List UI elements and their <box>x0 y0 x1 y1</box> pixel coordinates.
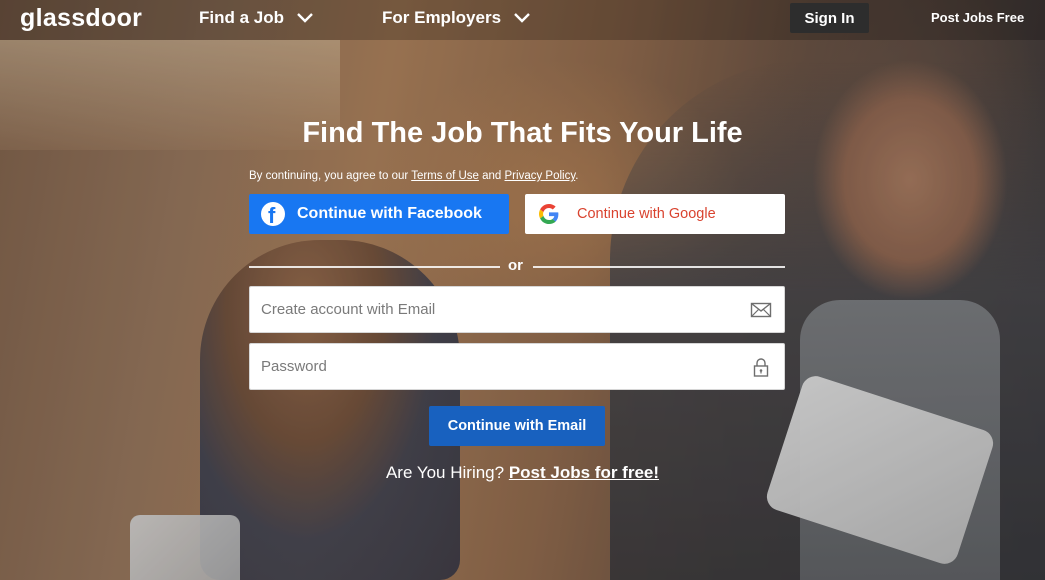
chevron-down-icon <box>514 13 530 23</box>
continue-with-facebook-button[interactable]: f Continue with Facebook <box>249 194 509 234</box>
terms-prefix: By continuing, you agree to our <box>249 170 412 182</box>
terms-of-use-link[interactable]: Terms of Use <box>411 170 479 182</box>
nav-find-a-job[interactable]: Find a Job <box>199 8 314 28</box>
continue-with-email-button[interactable]: Continue with Email <box>429 406 605 446</box>
continue-with-google-button[interactable]: Continue with Google <box>525 194 785 234</box>
or-divider: or <box>249 257 785 277</box>
divider-line-left <box>249 266 500 268</box>
password-field-container <box>249 343 785 390</box>
top-navbar: glassdoor Find a Job For Employers Sign … <box>0 0 1045 40</box>
divider-line-right <box>533 266 785 268</box>
hiring-prompt: Are You Hiring? Post Jobs for free! <box>0 463 1045 483</box>
google-icon <box>539 204 559 224</box>
facebook-icon: f <box>261 202 285 226</box>
lock-icon <box>753 358 769 377</box>
hiring-question: Are You Hiring? <box>385 463 509 482</box>
google-button-label: Continue with Google <box>577 206 716 222</box>
email-field-container <box>249 286 785 333</box>
or-label: or <box>508 257 523 274</box>
nav-for-employers[interactable]: For Employers <box>382 8 531 28</box>
password-field[interactable] <box>250 344 784 389</box>
terms-notice: By continuing, you agree to our Terms of… <box>249 170 578 182</box>
glassdoor-logo[interactable]: glassdoor <box>20 4 142 33</box>
nav-find-a-job-label: Find a Job <box>199 8 284 27</box>
terms-suffix: . <box>575 170 579 182</box>
facebook-button-label: Continue with Facebook <box>297 205 482 222</box>
nav-for-employers-label: For Employers <box>382 8 502 27</box>
post-jobs-free-link[interactable]: Post Jobs Free <box>931 10 1024 25</box>
privacy-policy-link[interactable]: Privacy Policy <box>505 170 576 182</box>
sign-in-button[interactable]: Sign In <box>790 3 869 33</box>
envelope-icon <box>750 302 772 318</box>
page-title: Find The Job That Fits Your Life <box>302 117 743 149</box>
email-field[interactable] <box>250 287 784 332</box>
post-jobs-for-free-link[interactable]: Post Jobs for free! <box>509 463 659 482</box>
chevron-down-icon <box>297 13 313 23</box>
terms-and: and <box>478 170 505 182</box>
